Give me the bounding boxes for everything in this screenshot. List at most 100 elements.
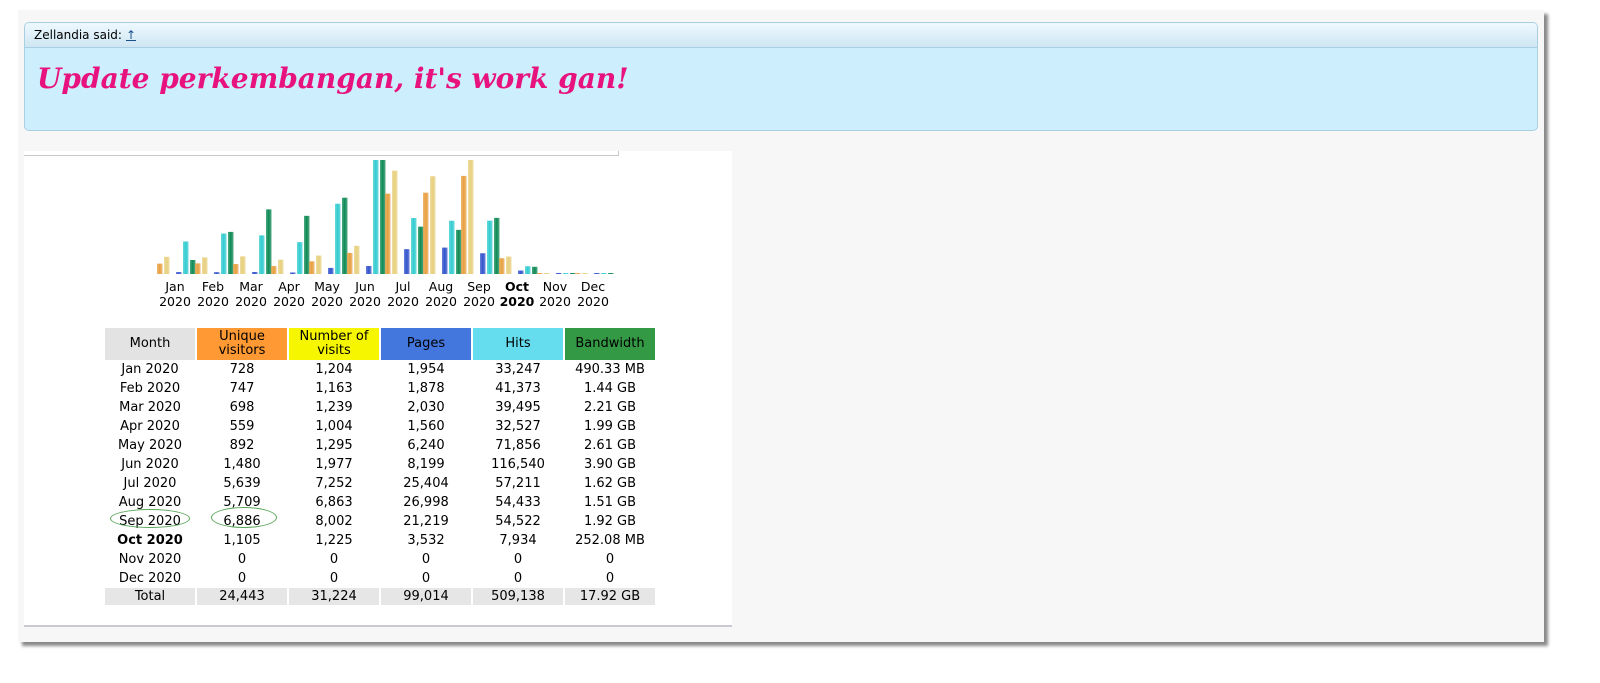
x-tick-label: 2020 [235,294,267,309]
cell-unique-visitors: 892 [229,438,255,453]
x-tick-label: 2020 [387,294,419,309]
bar-visits-sep [468,160,474,274]
x-tick-label: 2020 [159,294,191,309]
table-row: Apr 2020 559 1,004 1,560 32,527 1.99 GB [105,417,655,436]
bar-unique-jun [347,252,353,274]
monthly-history-table: Month Unique visitors Number of visits P… [103,328,657,605]
x-tick-label: Aug [429,279,453,294]
table-row: Dec 2020 0 0 0 0 0 [105,569,655,588]
bar-unique-mar [233,264,239,274]
cell-unique-visitors: 0 [237,571,247,586]
bar-hits-oct [525,266,531,274]
cell-month: Jan 2020 [121,362,179,377]
cell-unique-visitors: 1,105 [223,533,261,548]
quote-jump-link[interactable]: ↑ [126,28,136,42]
bar-hits-dec [601,273,607,274]
bar-hits-sep [487,220,493,274]
cell-month: Oct 2020 [117,533,183,548]
cell-hits: 71,856 [495,438,541,453]
bar-bandwidth-feb [228,231,234,274]
table-row: Jan 2020 728 1,204 1,954 33,247 490.33 MB [105,360,655,379]
cell-visits: 1,239 [315,400,353,415]
x-tick-label: Jul [394,279,410,294]
x-tick-label: Dec [581,279,605,294]
bar-unique-aug [423,192,429,274]
bar-pages-feb [214,272,220,274]
stats-bottom-rule [24,625,732,627]
table-row: Jun 2020 1,480 1,977 8,199 116,540 3.90 GB [105,455,655,474]
bar-pages-jun [366,265,372,274]
cell-hits: 0 [513,571,523,586]
quote-author: Zellandia said: [34,28,122,42]
bar-pages-mar [252,272,258,274]
col-unique-visitors-header: Unique visitors [197,328,287,360]
quote-header: Zellandia said: ↑ [25,23,1537,48]
bar-bandwidth-jun [380,160,386,274]
bar-hits-aug [449,220,455,274]
cell-bandwidth: 0 [605,552,615,567]
cell-visits: 6,863 [315,495,353,510]
bar-bandwidth-aug [456,229,462,274]
cell-pages: 6,240 [407,438,445,453]
cell-bandwidth: 1.62 GB [583,476,637,491]
cell-unique-visitors: 698 [229,400,255,415]
total-cell-month: Total [105,588,195,605]
col-bandwidth-header: Bandwidth [565,328,655,360]
cell-unique-visitors: 728 [229,362,255,377]
cell-bandwidth: 1.92 GB [583,514,637,529]
cell-bandwidth: 3.90 GB [583,457,637,472]
bar-visits-may [316,255,322,274]
cell-pages: 21,219 [403,514,449,529]
x-tick-label: Mar [239,279,263,294]
quote-block: Zellandia said: ↑ Update perkembangan, it… [24,22,1538,131]
x-tick-label: Feb [202,279,224,294]
bar-visits-aug [430,176,436,274]
x-tick-label: 2020 [197,294,229,309]
bar-pages-aug [442,247,448,274]
bar-hits-jul [411,218,417,274]
bar-hits-feb [221,233,227,274]
table-row: Mar 2020 698 1,239 2,030 39,495 2.21 GB [105,398,655,417]
cell-bandwidth: 1.51 GB [583,495,637,510]
bar-pages-jan [176,272,182,274]
cell-hits: 32,527 [495,419,541,434]
x-tick-label: May [314,279,340,294]
stats-top-rule [24,151,619,156]
bar-bandwidth-may [342,197,348,274]
x-tick-label: Oct [505,279,529,294]
bar-bandwidth-oct [532,266,538,274]
cell-visits: 8,002 [315,514,353,529]
table-row: Feb 2020 747 1,163 1,878 41,373 1.44 GB [105,379,655,398]
bar-hits-mar [259,235,265,274]
bar-unique-dec [575,273,581,274]
sep-month-annotation-circle [110,509,190,528]
col-hits-header: Hits [473,328,563,360]
cell-visits: 1,163 [315,381,353,396]
bar-visits-nov [544,273,550,274]
bar-unique-may [309,261,315,274]
cell-bandwidth: 1.99 GB [583,419,637,434]
cell-pages: 25,404 [403,476,449,491]
cell-bandwidth: 2.21 GB [583,400,637,415]
x-tick-label: 2020 [425,294,457,309]
bar-pages-may [328,267,334,274]
x-tick-label: Apr [278,279,300,294]
cell-month: Mar 2020 [119,400,181,415]
sep-visitors-annotation-circle [211,507,277,528]
cell-visits: 7,252 [315,476,353,491]
table-row: May 2020 892 1,295 6,240 71,856 2.61 GB [105,436,655,455]
table-row: Nov 2020 0 0 0 0 0 [105,550,655,569]
cell-pages: 3,532 [407,533,445,548]
cell-unique-visitors: 559 [229,419,255,434]
x-tick-label: Jan [164,279,184,294]
bar-bandwidth-jan [190,259,196,274]
bar-pages-nov [556,273,562,274]
bar-visits-jun [354,245,360,274]
cell-hits: 116,540 [491,457,545,472]
x-tick-label: Sep [467,279,491,294]
col-month-header: Month [105,328,195,360]
col-pages-header: Pages [381,328,471,360]
cell-month: Jul 2020 [123,476,177,491]
total-cell-visits: 31,224 [289,588,379,605]
bar-pages-oct [518,270,524,274]
